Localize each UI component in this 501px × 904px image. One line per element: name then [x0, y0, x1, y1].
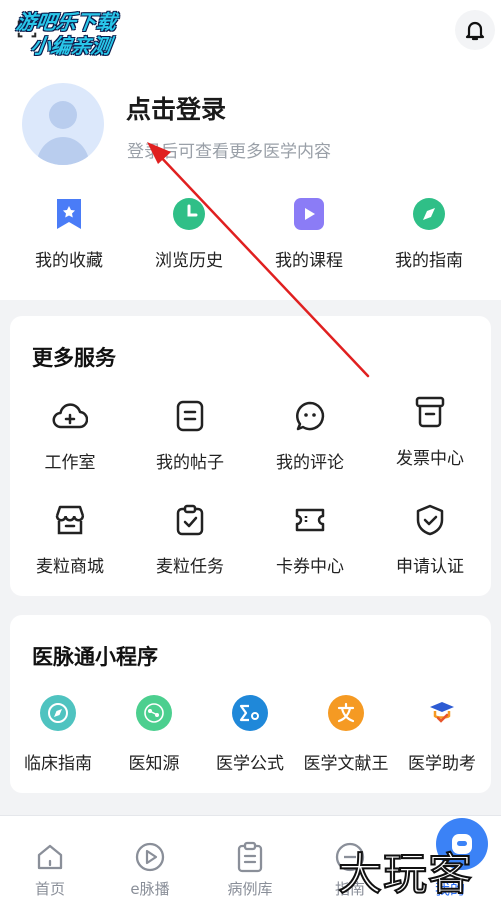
- text-icon: [328, 695, 364, 731]
- login-subtitle: 登录后可查看更多医学内容: [127, 142, 331, 162]
- service-tasks[interactable]: 麦粒任务: [130, 502, 250, 577]
- mini-programs-title: 医脉通小程序: [32, 645, 158, 669]
- store-icon: [52, 502, 88, 538]
- tab-case-library[interactable]: 病例库: [200, 816, 300, 904]
- mini-programs-row: 临床指南 医知源 医学公式 医学文献王 医学助考: [10, 695, 491, 774]
- quick-link-history[interactable]: 浏览历史: [129, 192, 249, 272]
- sigma-icon: [232, 695, 268, 731]
- home-icon: [33, 840, 67, 874]
- service-invoice-center[interactable]: 发票中心: [370, 396, 490, 473]
- watermark-text: 大玩客: [337, 848, 473, 901]
- shield-check-icon: [412, 502, 448, 538]
- more-services-card: 更多服务 工作室 我的帖子 我的评论 发票中心 麦粒商城 麦粒任务 卡券中心 申…: [10, 316, 491, 596]
- comment-icon: [292, 398, 328, 434]
- quick-link-favorites[interactable]: 我的收藏: [9, 192, 129, 272]
- more-services-title: 更多服务: [32, 346, 116, 370]
- service-coupons[interactable]: 卡券中心: [250, 502, 370, 577]
- graduation-cap-icon: [424, 695, 460, 731]
- task-icon: [172, 502, 208, 538]
- bookmark-icon: [51, 196, 87, 232]
- compass-icon: [40, 695, 76, 731]
- default-avatar-icon: [36, 101, 90, 165]
- mini-program-exam-prep[interactable]: 医学助考: [394, 695, 490, 774]
- quick-link-courses[interactable]: 我的课程: [249, 192, 369, 272]
- clock-icon: [171, 196, 207, 232]
- quick-links: 我的收藏 浏览历史 我的课程 我的指南: [0, 192, 501, 272]
- bell-icon: [465, 21, 485, 41]
- mini-program-literature[interactable]: 医学文献王: [298, 695, 394, 774]
- service-store[interactable]: 麦粒商城: [10, 502, 130, 577]
- login-title[interactable]: 点击登录: [126, 90, 226, 126]
- notification-bell-button[interactable]: [455, 10, 495, 50]
- mini-programs-card: 医脉通小程序 临床指南 医知源 医学公式 医学文献王 医学助考: [10, 615, 491, 793]
- play-circle-icon: [133, 840, 167, 874]
- document-icon: [172, 398, 208, 434]
- services-row-2: 麦粒商城 麦粒任务 卡券中心 申请认证: [10, 502, 491, 577]
- play-icon: [291, 196, 327, 232]
- cloud-plus-icon: [52, 398, 88, 434]
- service-studio[interactable]: 工作室: [10, 398, 130, 473]
- watermark-logo: 游吧乐下载 小编亲测: [14, 10, 118, 58]
- service-my-posts[interactable]: 我的帖子: [130, 398, 250, 473]
- services-row-1: 工作室 我的帖子 我的评论 发票中心: [10, 396, 491, 473]
- compass-icon: [411, 196, 447, 232]
- service-my-comments[interactable]: 我的评论: [250, 398, 370, 473]
- mini-program-formulas[interactable]: 医学公式: [202, 695, 298, 774]
- tab-home[interactable]: 首页: [0, 816, 100, 904]
- molecule-icon: [136, 695, 172, 731]
- service-verification[interactable]: 申请认证: [370, 502, 490, 577]
- avatar[interactable]: [22, 83, 104, 165]
- mini-program-clinical-guide[interactable]: 临床指南: [10, 695, 106, 774]
- quick-link-guides[interactable]: 我的指南: [369, 192, 489, 272]
- clipboard-icon: [233, 840, 267, 874]
- mini-program-yizhiyuan[interactable]: 医知源: [106, 695, 202, 774]
- tab-emaibo[interactable]: e脉播: [100, 816, 200, 904]
- ticket-icon: [292, 502, 328, 538]
- invoice-icon: [412, 394, 448, 430]
